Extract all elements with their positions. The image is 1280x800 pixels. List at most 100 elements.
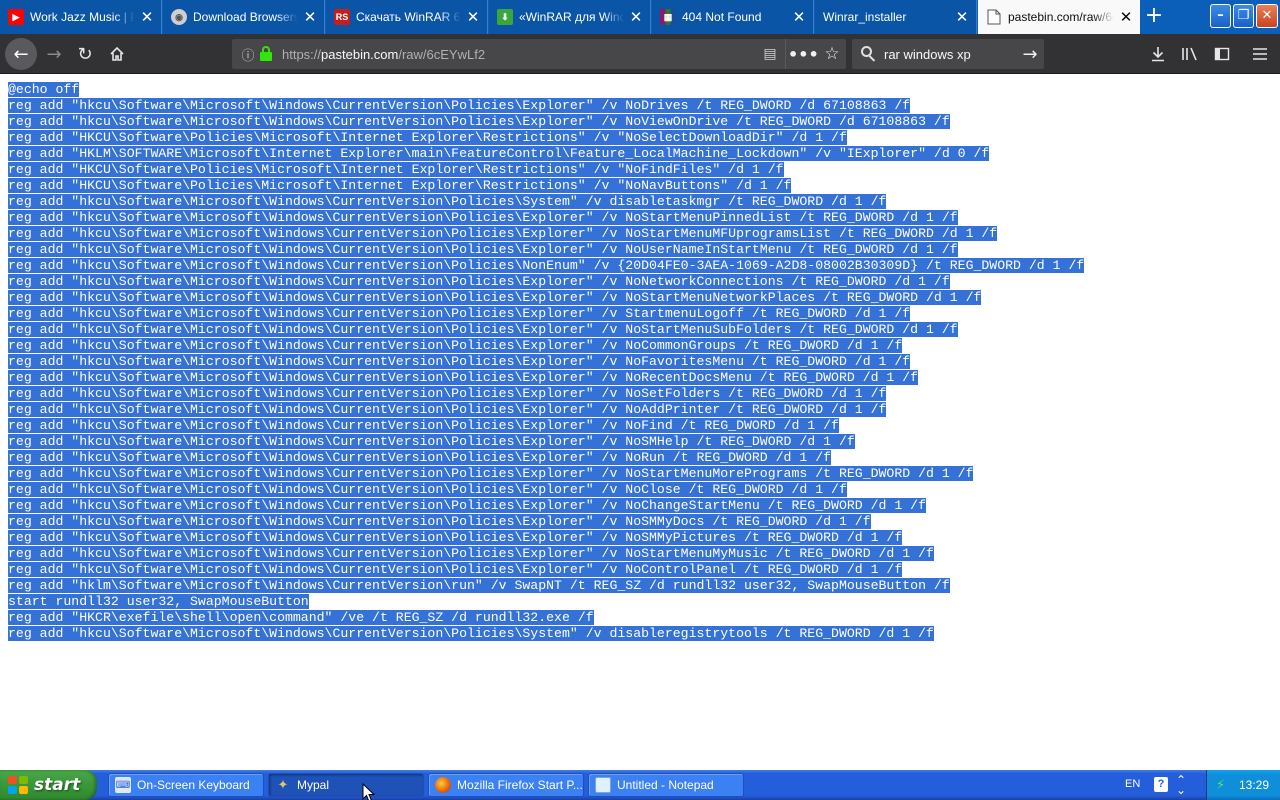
taskbar-item-firefox[interactable]: Mozilla Firefox Start P... [428,773,584,797]
downloads-button[interactable] [1143,39,1173,69]
code-line: reg add "hkcu\Software\Microsoft\Windows… [8,114,1272,130]
tab-title: 404 Not Found [682,10,762,24]
reload-icon: ↻ [77,43,93,65]
code-line: reg add "hkcu\Software\Microsoft\Windows… [8,210,1272,226]
code-line: reg add "hkcu\Software\Microsoft\Windows… [8,530,1272,546]
code-line: reg add "hklm\Software\Microsoft\Windows… [8,578,1272,594]
close-icon[interactable]: ✕ [139,9,155,25]
network-icon[interactable]: ⚡ [1216,778,1225,793]
youtube-icon: ▶ [8,9,24,25]
url-text[interactable]: https://pastebin.com/raw/6cEYwLf2 [282,47,757,62]
tab-winrar-windows[interactable]: ⬇ «WinRAR для Windo ✕ [489,0,651,34]
code-line: reg add "hkcu\Software\Microsoft\Windows… [8,290,1272,306]
close-icon[interactable]: ✕ [465,9,481,25]
keyboard-icon: ⌨ [115,777,131,793]
taskbar-item-mypal[interactable]: ✦ Mypal [268,773,424,797]
taskbar-item-notepad[interactable]: Untitled - Notepad [588,773,744,797]
raw-paste-text: @echo off reg add "hkcu\Software\Microsof… [8,82,1272,642]
taskbar: start ⌨ On-Screen Keyboard ✦ Mypal Mozil… [0,770,1280,800]
code-line-text: reg add "hkcu\Software\Microsoft\Windows… [8,258,1085,273]
reload-button[interactable]: ↻ [70,39,100,69]
tab-404[interactable]: ▦ 404 Not Found ✕ [652,0,814,34]
globe-icon: ◉ [171,9,187,25]
tab-title: Work Jazz Music | Po [30,10,135,24]
code-line-text: reg add "hkcu\Software\Microsoft\Windows… [8,242,958,257]
lock-icon[interactable] [260,46,272,62]
reader-view-icon[interactable]: ▤ [757,46,783,62]
tab-title: Скачать WinRAR 6.2 [356,10,461,24]
code-line-text: reg add "HKCR\exefile\shell\open\command… [8,610,594,625]
code-line-text: reg add "hkcu\Software\Microsoft\Windows… [8,498,926,513]
url-scheme: https:// [282,46,322,62]
code-line: reg add "hkcu\Software\Microsoft\Windows… [8,274,1272,290]
taskbar-item-label: Mypal [297,778,330,792]
close-icon[interactable]: ✕ [628,9,644,25]
info-icon[interactable]: ⓘ [240,45,256,64]
code-line-text: reg add "hkcu\Software\Microsoft\Windows… [8,322,958,337]
search-bar[interactable]: rar windows xp → [852,39,1044,69]
search-go-icon[interactable]: → [1016,44,1044,65]
clock: 13:29 [1239,778,1270,792]
code-line-text: reg add "hkcu\Software\Microsoft\Windows… [8,482,847,497]
code-line: reg add "hkcu\Software\Microsoft\Windows… [8,546,1272,562]
page-actions-icon[interactable]: ••• [788,45,819,64]
code-line-text: reg add "hkcu\Software\Microsoft\Windows… [8,306,911,321]
search-icon [861,46,877,62]
library-icon [1182,47,1197,61]
code-line: reg add "hkcu\Software\Microsoft\Windows… [8,386,1272,402]
taskbar-item-label: On-Screen Keyboard [137,778,250,792]
help-icon[interactable]: ? [1154,777,1168,792]
code-line: reg add "hkcu\Software\Microsoft\Windows… [8,626,1272,642]
code-line: reg add "hkcu\Software\Microsoft\Windows… [8,98,1272,114]
code-line-text: reg add "hkcu\Software\Microsoft\Windows… [8,530,903,545]
code-line-text: reg add "hkcu\Software\Microsoft\Windows… [8,274,950,289]
back-button[interactable]: ← [5,38,37,70]
close-icon[interactable]: ✕ [1118,9,1134,25]
mouse-cursor-icon [362,783,376,800]
start-label: start [34,775,81,795]
code-line: reg add "hkcu\Software\Microsoft\Windows… [8,226,1272,242]
bookmark-star-icon[interactable]: ☆ [818,44,846,64]
maximize-button[interactable]: ❐ [1233,4,1254,28]
library-button[interactable] [1175,39,1205,69]
tray-expand-icon[interactable]: ⌃ ⌄ [1176,774,1186,796]
tab-download-browsers[interactable]: ◉ Download Browsers - ✕ [163,0,325,34]
close-window-button[interactable]: ✕ [1256,4,1278,28]
code-line: reg add "hkcu\Software\Microsoft\Windows… [8,258,1272,274]
hamburger-menu-button[interactable] [1245,39,1275,69]
code-line: @echo off [8,82,1272,98]
code-line-text: reg add "hkcu\Software\Microsoft\Windows… [8,546,934,561]
code-line: reg add "hkcu\Software\Microsoft\Windows… [8,434,1272,450]
language-indicator[interactable]: EN [1125,778,1140,790]
taskbar-item-on-screen-keyboard[interactable]: ⌨ On-Screen Keyboard [108,773,264,797]
tab-winrar-rs[interactable]: RS Скачать WinRAR 6.2 ✕ [326,0,488,34]
code-line-text: reg add "hkcu\Software\Microsoft\Windows… [8,98,911,113]
sidebar-icon [1214,47,1230,61]
page-content: @echo off reg add "hkcu\Software\Microsof… [0,75,1280,770]
home-button[interactable] [102,39,132,69]
code-line-text: reg add "hkcu\Software\Microsoft\Windows… [8,226,998,241]
tab-title: «WinRAR для Windo [519,10,624,24]
code-line-text: reg add "hkcu\Software\Microsoft\Windows… [8,114,950,129]
code-line: reg add "HKCR\exefile\shell\open\command… [8,610,1272,626]
close-icon[interactable]: ✕ [302,9,318,25]
tab-strip: ▶ Work Jazz Music | Po ✕ ◉ Download Brow… [0,0,1280,34]
code-line-text: reg add "hkcu\Software\Microsoft\Windows… [8,434,855,449]
code-line: reg add "hkcu\Software\Microsoft\Windows… [8,498,1272,514]
code-line: reg add "hkcu\Software\Microsoft\Windows… [8,466,1272,482]
sidebar-button[interactable] [1207,39,1237,69]
tab-youtube-jazz[interactable]: ▶ Work Jazz Music | Po ✕ [0,0,162,34]
close-icon[interactable]: ✕ [954,9,970,25]
code-line: reg add "hkcu\Software\Microsoft\Windows… [8,370,1272,386]
forward-button[interactable]: → [39,39,69,69]
tab-winrar-installer[interactable]: Winrar_installer ✕ [815,0,977,34]
mypal-icon: ✦ [277,777,289,792]
code-line-text: reg add "hkcu\Software\Microsoft\Windows… [8,402,887,417]
start-button[interactable]: start [0,770,97,800]
close-icon[interactable]: ✕ [791,9,807,25]
new-tab-button[interactable]: + [1140,4,1168,30]
search-input[interactable]: rar windows xp [884,47,1016,62]
minimize-button[interactable]: – [1210,4,1231,28]
tab-pastebin[interactable]: pastebin.com/raw/6c ✕ [978,0,1140,34]
url-bar[interactable]: ⓘ https://pastebin.com/raw/6cEYwLf2 ▤ ••… [232,39,846,69]
